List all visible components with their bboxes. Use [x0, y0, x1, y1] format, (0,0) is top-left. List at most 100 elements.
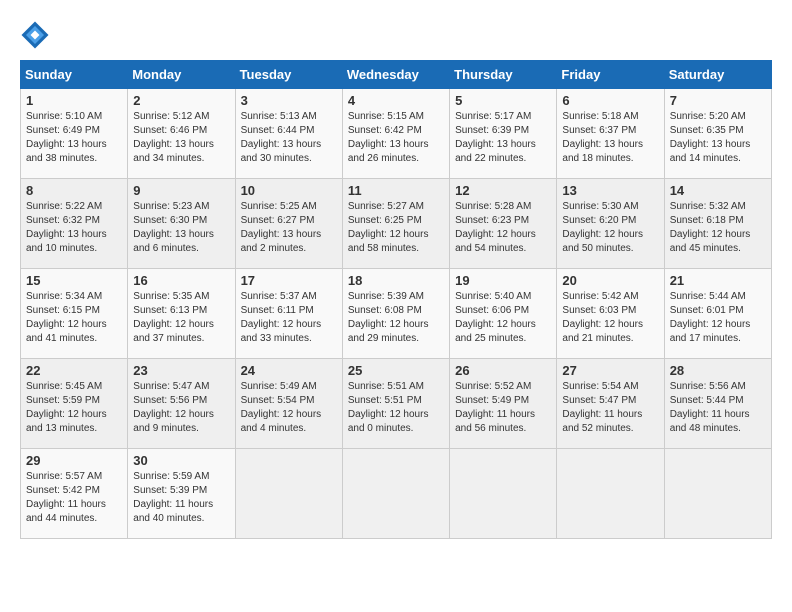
day-number: 7: [670, 93, 766, 108]
day-number: 1: [26, 93, 122, 108]
day-number: 14: [670, 183, 766, 198]
day-info: Sunrise: 5:47 AMSunset: 5:56 PMDaylight:…: [133, 380, 229, 436]
day-info: Sunrise: 5:42 AMSunset: 6:03 PMDaylight:…: [562, 290, 658, 346]
calendar-cell: 7Sunrise: 5:20 AMSunset: 6:35 PMDaylight…: [664, 89, 771, 179]
calendar-cell: 10Sunrise: 5:25 AMSunset: 6:27 PMDayligh…: [235, 179, 342, 269]
calendar-cell: 9 Sunrise: 5:23 AMSunset: 6:30 PMDaylight…: [128, 179, 235, 269]
col-header-tuesday: Tuesday: [235, 61, 342, 89]
day-info: Sunrise: 5:45 AMSunset: 5:59 PMDaylight:…: [26, 380, 122, 436]
day-info: Sunrise: 5:22 AMSunset: 6:32 PMDaylight:…: [26, 200, 122, 256]
day-number: 23: [133, 363, 229, 378]
day-number: 8: [26, 183, 122, 198]
day-number: 24: [241, 363, 337, 378]
day-number: 10: [241, 183, 337, 198]
calendar-cell: 4 Sunrise: 5:15 AMSunset: 6:42 PMDaylight…: [342, 89, 449, 179]
day-number: 27: [562, 363, 658, 378]
day-info: Sunrise: 5:40 AMSunset: 6:06 PMDaylight:…: [455, 290, 551, 346]
day-info: Sunrise: 5:37 AMSunset: 6:11 PMDaylight:…: [241, 290, 337, 346]
day-info: Sunrise: 5:49 AMSunset: 5:54 PMDaylight:…: [241, 380, 337, 436]
calendar-cell: 23 Sunrise: 5:47 AMSunset: 5:56 PMDayligh…: [128, 359, 235, 449]
calendar-cell: 16 Sunrise: 5:35 AMSunset: 6:13 PMDayligh…: [128, 269, 235, 359]
calendar-cell: 8 Sunrise: 5:22 AMSunset: 6:32 PMDaylight…: [21, 179, 128, 269]
day-number: 25: [348, 363, 444, 378]
day-number: 12: [455, 183, 551, 198]
calendar-cell: 3 Sunrise: 5:13 AMSunset: 6:44 PMDaylight…: [235, 89, 342, 179]
day-number: 30: [133, 453, 229, 468]
calendar-cell: 11 Sunrise: 5:27 AMSunset: 6:25 PMDayligh…: [342, 179, 449, 269]
day-number: 15: [26, 273, 122, 288]
logo: [20, 20, 54, 50]
calendar-cell: [342, 449, 449, 539]
day-info: Sunrise: 5:39 AMSunset: 6:08 PMDaylight:…: [348, 290, 444, 346]
calendar-table: SundayMondayTuesdayWednesdayThursdayFrid…: [20, 60, 772, 539]
calendar-week-row: 15 Sunrise: 5:34 AMSunset: 6:15 PMDayligh…: [21, 269, 772, 359]
day-info: Sunrise: 5:35 AMSunset: 6:13 PMDaylight:…: [133, 290, 229, 346]
day-number: 17: [241, 273, 337, 288]
day-number: 6: [562, 93, 658, 108]
calendar-cell: 15 Sunrise: 5:34 AMSunset: 6:15 PMDayligh…: [21, 269, 128, 359]
calendar-cell: 1 Sunrise: 5:10 AMSunset: 6:49 PMDaylight…: [21, 89, 128, 179]
day-info: Sunrise: 5:44 AMSunset: 6:01 PMDaylight:…: [670, 290, 766, 346]
col-header-sunday: Sunday: [21, 61, 128, 89]
calendar-cell: 28Sunrise: 5:56 AMSunset: 5:44 PMDayligh…: [664, 359, 771, 449]
day-info: Sunrise: 5:52 AMSunset: 5:49 PMDaylight:…: [455, 380, 551, 436]
calendar-cell: 6 Sunrise: 5:18 AMSunset: 6:37 PMDaylight…: [557, 89, 664, 179]
col-header-saturday: Saturday: [664, 61, 771, 89]
calendar-cell: 18 Sunrise: 5:39 AMSunset: 6:08 PMDayligh…: [342, 269, 449, 359]
col-header-thursday: Thursday: [450, 61, 557, 89]
calendar-cell: 2 Sunrise: 5:12 AMSunset: 6:46 PMDaylight…: [128, 89, 235, 179]
day-info: Sunrise: 5:18 AMSunset: 6:37 PMDaylight:…: [562, 110, 658, 166]
day-info: Sunrise: 5:34 AMSunset: 6:15 PMDaylight:…: [26, 290, 122, 346]
calendar-cell: 14 Sunrise: 5:32 AMSunset: 6:18 PMDayligh…: [664, 179, 771, 269]
day-info: Sunrise: 5:32 AMSunset: 6:18 PMDaylight:…: [670, 200, 766, 256]
day-number: 4: [348, 93, 444, 108]
day-info: Sunrise: 5:13 AMSunset: 6:44 PMDaylight:…: [241, 110, 337, 166]
col-header-friday: Friday: [557, 61, 664, 89]
col-header-monday: Monday: [128, 61, 235, 89]
calendar-cell: 30 Sunrise: 5:59 AMSunset: 5:39 PMDayligh…: [128, 449, 235, 539]
day-number: 16: [133, 273, 229, 288]
day-info: Sunrise: 5:23 AMSunset: 6:30 PMDaylight:…: [133, 200, 229, 256]
calendar-cell: 25 Sunrise: 5:51 AMSunset: 5:51 PMDayligh…: [342, 359, 449, 449]
calendar-cell: 19 Sunrise: 5:40 AMSunset: 6:06 PMDayligh…: [450, 269, 557, 359]
page-header: [20, 20, 772, 50]
calendar-cell: 17 Sunrise: 5:37 AMSunset: 6:11 PMDayligh…: [235, 269, 342, 359]
calendar-week-row: 8 Sunrise: 5:22 AMSunset: 6:32 PMDaylight…: [21, 179, 772, 269]
calendar-cell: 26 Sunrise: 5:52 AMSunset: 5:49 PMDayligh…: [450, 359, 557, 449]
day-number: 22: [26, 363, 122, 378]
day-info: Sunrise: 5:15 AMSunset: 6:42 PMDaylight:…: [348, 110, 444, 166]
day-number: 11: [348, 183, 444, 198]
day-info: Sunrise: 5:12 AMSunset: 6:46 PMDaylight:…: [133, 110, 229, 166]
calendar-header-row: SundayMondayTuesdayWednesdayThursdayFrid…: [21, 61, 772, 89]
day-number: 29: [26, 453, 122, 468]
day-number: 13: [562, 183, 658, 198]
day-number: 18: [348, 273, 444, 288]
day-info: Sunrise: 5:30 AMSunset: 6:20 PMDaylight:…: [562, 200, 658, 256]
day-number: 5: [455, 93, 551, 108]
day-number: 26: [455, 363, 551, 378]
calendar-cell: 27Sunrise: 5:54 AMSunset: 5:47 PMDayligh…: [557, 359, 664, 449]
day-info: Sunrise: 5:51 AMSunset: 5:51 PMDaylight:…: [348, 380, 444, 436]
calendar-cell: 22 Sunrise: 5:45 AMSunset: 5:59 PMDayligh…: [21, 359, 128, 449]
day-number: 21: [670, 273, 766, 288]
calendar-cell: 13 Sunrise: 5:30 AMSunset: 6:20 PMDayligh…: [557, 179, 664, 269]
day-info: Sunrise: 5:27 AMSunset: 6:25 PMDaylight:…: [348, 200, 444, 256]
day-info: Sunrise: 5:57 AMSunset: 5:42 PMDaylight:…: [26, 470, 122, 526]
col-header-wednesday: Wednesday: [342, 61, 449, 89]
day-info: Sunrise: 5:17 AMSunset: 6:39 PMDaylight:…: [455, 110, 551, 166]
day-number: 3: [241, 93, 337, 108]
calendar-week-row: 1 Sunrise: 5:10 AMSunset: 6:49 PMDaylight…: [21, 89, 772, 179]
day-info: Sunrise: 5:10 AMSunset: 6:49 PMDaylight:…: [26, 110, 122, 166]
day-number: 9: [133, 183, 229, 198]
day-info: Sunrise: 5:28 AMSunset: 6:23 PMDaylight:…: [455, 200, 551, 256]
day-info: Sunrise: 5:59 AMSunset: 5:39 PMDaylight:…: [133, 470, 229, 526]
calendar-week-row: 22 Sunrise: 5:45 AMSunset: 5:59 PMDayligh…: [21, 359, 772, 449]
calendar-week-row: 29 Sunrise: 5:57 AMSunset: 5:42 PMDayligh…: [21, 449, 772, 539]
calendar-cell: 29 Sunrise: 5:57 AMSunset: 5:42 PMDayligh…: [21, 449, 128, 539]
calendar-cell: [557, 449, 664, 539]
day-number: 19: [455, 273, 551, 288]
day-number: 20: [562, 273, 658, 288]
day-number: 2: [133, 93, 229, 108]
logo-icon: [20, 20, 50, 50]
calendar-cell: 20 Sunrise: 5:42 AMSunset: 6:03 PMDayligh…: [557, 269, 664, 359]
